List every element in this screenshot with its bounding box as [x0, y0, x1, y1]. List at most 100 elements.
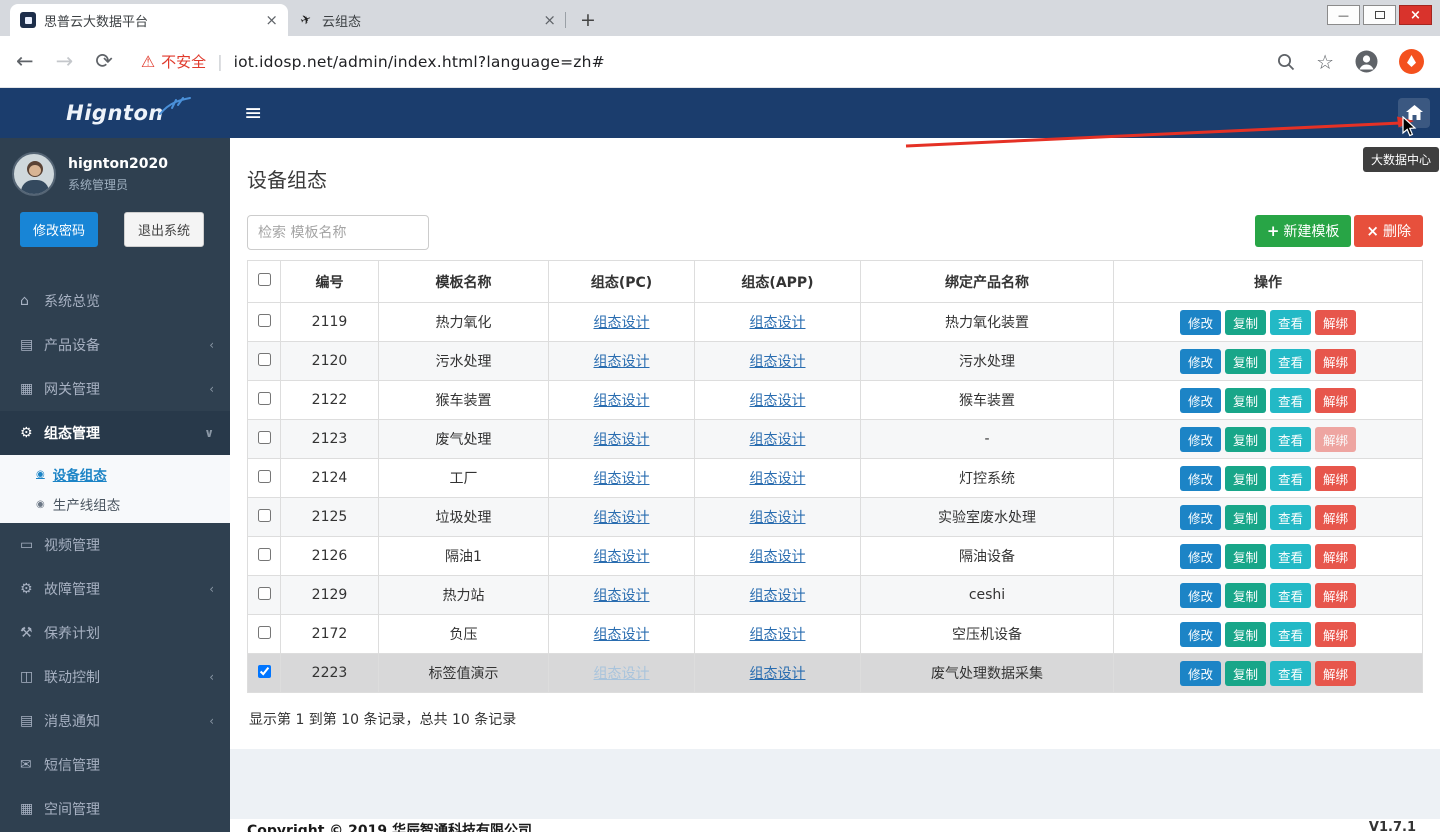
sidebar-item-space-management[interactable]: ▦空间管理: [0, 787, 230, 831]
browser-tab-cloud-config[interactable]: ✈ 云组态 ×: [288, 4, 566, 36]
edit-button[interactable]: 修改: [1180, 310, 1221, 335]
unbind-button[interactable]: 解绑: [1315, 622, 1356, 647]
edit-button[interactable]: 修改: [1180, 544, 1221, 569]
copy-button[interactable]: 复制: [1225, 427, 1266, 452]
unbind-button[interactable]: 解绑: [1315, 544, 1356, 569]
change-password-button[interactable]: 修改密码: [20, 212, 98, 247]
avatar[interactable]: [12, 152, 56, 196]
row-checkbox[interactable]: [258, 392, 271, 405]
row-checkbox[interactable]: [258, 509, 271, 522]
view-button[interactable]: 查看: [1270, 505, 1311, 530]
edit-button[interactable]: 修改: [1180, 427, 1221, 452]
sidebar-item-video-management[interactable]: ▭视频管理: [0, 523, 230, 567]
bookmark-star-icon[interactable]: ☆: [1316, 50, 1334, 74]
delete-button[interactable]: × 删除: [1354, 215, 1423, 247]
back-button[interactable]: ←: [16, 51, 34, 72]
view-button[interactable]: 查看: [1270, 349, 1311, 374]
row-checkbox[interactable]: [258, 470, 271, 483]
pc-design-link[interactable]: 组态设计: [594, 315, 650, 331]
unbind-button[interactable]: 解绑: [1315, 583, 1356, 608]
sidebar-item-gateway-management[interactable]: ▦网关管理‹: [0, 367, 230, 411]
sidebar-item-system-overview[interactable]: ⌂系统总览: [0, 279, 230, 323]
sidebar-item-fault-management[interactable]: ⚙故障管理‹: [0, 567, 230, 611]
sidebar-item-message-notification[interactable]: ▤消息通知‹: [0, 699, 230, 743]
unbind-button[interactable]: 解绑: [1315, 310, 1356, 335]
sidebar-subitem-production-line-config[interactable]: ◉生产线组态: [0, 489, 230, 519]
pc-design-link[interactable]: 组态设计: [594, 510, 650, 526]
select-all-checkbox[interactable]: [258, 273, 271, 286]
logout-button[interactable]: 退出系统: [124, 212, 204, 247]
view-button[interactable]: 查看: [1270, 661, 1311, 686]
view-button[interactable]: 查看: [1270, 427, 1311, 452]
view-button[interactable]: 查看: [1270, 388, 1311, 413]
copy-button[interactable]: 复制: [1225, 661, 1266, 686]
unbind-button[interactable]: 解绑: [1315, 427, 1356, 452]
forward-button[interactable]: →: [56, 51, 74, 72]
url-text[interactable]: iot.idosp.net/admin/index.html?language=…: [234, 53, 605, 71]
copy-button[interactable]: 复制: [1225, 583, 1266, 608]
pc-design-link[interactable]: 组态设计: [594, 393, 650, 409]
unbind-button[interactable]: 解绑: [1315, 388, 1356, 413]
new-tab-button[interactable]: +: [574, 6, 602, 34]
pc-design-link[interactable]: 组态设计: [594, 471, 650, 487]
unbind-button[interactable]: 解绑: [1315, 505, 1356, 530]
reload-button[interactable]: ⟳: [95, 51, 113, 72]
copy-button[interactable]: 复制: [1225, 622, 1266, 647]
close-button[interactable]: ×: [1399, 5, 1432, 25]
app-design-link[interactable]: 组态设计: [750, 666, 806, 682]
row-checkbox[interactable]: [258, 314, 271, 327]
address-bar[interactable]: ⚠ 不安全 | iot.idosp.net/admin/index.html?l…: [141, 51, 1264, 72]
row-checkbox[interactable]: [258, 626, 271, 639]
unbind-button[interactable]: 解绑: [1315, 349, 1356, 374]
edit-button[interactable]: 修改: [1180, 505, 1221, 530]
minimize-button[interactable]: —: [1327, 5, 1360, 25]
copy-button[interactable]: 复制: [1225, 310, 1266, 335]
edit-button[interactable]: 修改: [1180, 622, 1221, 647]
row-checkbox[interactable]: [258, 665, 271, 678]
row-checkbox[interactable]: [258, 548, 271, 561]
copy-button[interactable]: 复制: [1225, 505, 1266, 530]
sidebar-item-product-devices[interactable]: ▤产品设备‹: [0, 323, 230, 367]
row-checkbox[interactable]: [258, 587, 271, 600]
app-design-link[interactable]: 组态设计: [750, 432, 806, 448]
sidebar-item-linkage-control[interactable]: ◫联动控制‹: [0, 655, 230, 699]
view-button[interactable]: 查看: [1270, 622, 1311, 647]
unbind-button[interactable]: 解绑: [1315, 466, 1356, 491]
copy-button[interactable]: 复制: [1225, 544, 1266, 569]
pc-design-link[interactable]: 组态设计: [594, 666, 650, 682]
profile-icon[interactable]: [1354, 49, 1379, 74]
view-button[interactable]: 查看: [1270, 544, 1311, 569]
row-checkbox[interactable]: [258, 431, 271, 444]
view-button[interactable]: 查看: [1270, 466, 1311, 491]
pc-design-link[interactable]: 组态设计: [594, 549, 650, 565]
unbind-button[interactable]: 解绑: [1315, 661, 1356, 686]
pc-design-link[interactable]: 组态设计: [594, 432, 650, 448]
edit-button[interactable]: 修改: [1180, 388, 1221, 413]
view-button[interactable]: 查看: [1270, 583, 1311, 608]
copy-button[interactable]: 复制: [1225, 388, 1266, 413]
home-button[interactable]: [1398, 98, 1430, 128]
copy-button[interactable]: 复制: [1225, 466, 1266, 491]
pc-design-link[interactable]: 组态设计: [594, 354, 650, 370]
app-design-link[interactable]: 组态设计: [750, 393, 806, 409]
sidebar-item-sms-management[interactable]: ✉短信管理: [0, 743, 230, 787]
edit-button[interactable]: 修改: [1180, 349, 1221, 374]
view-button[interactable]: 查看: [1270, 310, 1311, 335]
row-checkbox[interactable]: [258, 353, 271, 366]
sidebar-item-maintenance-plan[interactable]: ⚒保养计划: [0, 611, 230, 655]
pc-design-link[interactable]: 组态设计: [594, 627, 650, 643]
app-design-link[interactable]: 组态设计: [750, 510, 806, 526]
edit-button[interactable]: 修改: [1180, 466, 1221, 491]
search-input[interactable]: [247, 215, 429, 250]
app-design-link[interactable]: 组态设计: [750, 549, 806, 565]
tab-close-icon[interactable]: ×: [543, 11, 556, 29]
edit-button[interactable]: 修改: [1180, 661, 1221, 686]
new-template-button[interactable]: + 新建模板: [1255, 215, 1352, 247]
app-design-link[interactable]: 组态设计: [750, 588, 806, 604]
sidebar-item-config-management[interactable]: ⚙组态管理∨: [0, 411, 230, 455]
app-design-link[interactable]: 组态设计: [750, 354, 806, 370]
sidebar-subitem-device-config[interactable]: ◉设备组态: [0, 459, 230, 489]
app-design-link[interactable]: 组态设计: [750, 627, 806, 643]
edit-button[interactable]: 修改: [1180, 583, 1221, 608]
browser-orange-badge-icon[interactable]: [1399, 49, 1424, 74]
